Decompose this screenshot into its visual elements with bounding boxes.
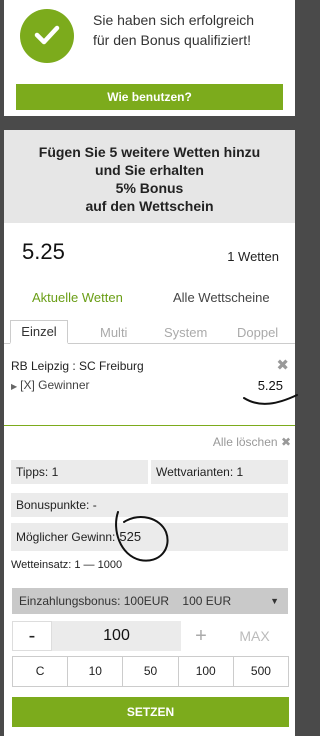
- tab-multi[interactable]: Multi: [100, 325, 127, 340]
- quick-stake-buttons: C 10 50 100 500: [12, 656, 290, 687]
- clear-all-label: Alle löschen: [212, 435, 278, 449]
- remove-bet-icon[interactable]: ✖: [276, 356, 289, 374]
- possible-win-label: Möglicher Gewinn:: [16, 530, 116, 544]
- tab-doppel[interactable]: Doppel: [237, 325, 278, 340]
- promo-line: auf den Wettschein: [85, 198, 214, 214]
- bonus-promo-banner: Fügen Sie 5 weitere Wetten hinzu und Sie…: [4, 130, 295, 223]
- quick-stake-10[interactable]: 10: [68, 656, 124, 687]
- stake-stepper: - 100 + MAX: [12, 621, 288, 651]
- deposit-bonus-select[interactable]: Einzahlungsbonus: 100EUR 100 EUR ▼: [12, 588, 288, 614]
- close-icon: ✖: [280, 435, 291, 449]
- promo-line: 5% Bonus: [115, 180, 184, 196]
- chevron-down-icon: ▼: [270, 596, 279, 606]
- place-bet-button[interactable]: SETZEN: [12, 697, 289, 727]
- quick-stake-500[interactable]: 500: [233, 656, 290, 687]
- betslip-panel: Fügen Sie 5 weitere Wetten hinzu und Sie…: [4, 130, 295, 736]
- bet-selection: ▶ [X] Gewinner: [11, 378, 90, 392]
- success-message-line: Sie haben sich erfolgreich: [93, 12, 255, 28]
- caret-right-icon: ▶: [11, 382, 18, 391]
- max-stake-button[interactable]: MAX: [221, 621, 288, 651]
- quick-stake-clear[interactable]: C: [12, 656, 69, 687]
- stake-input[interactable]: 100: [52, 621, 181, 651]
- promo-line: und Sie erhalten: [95, 162, 204, 178]
- decrease-stake-button[interactable]: -: [12, 621, 52, 651]
- bet-odds: 5.25: [257, 378, 283, 393]
- bet-selection-label: [X] Gewinner: [20, 378, 90, 392]
- quick-stake-100[interactable]: 100: [178, 656, 234, 687]
- deposit-bonus-value: Einzahlungsbonus: 100EUR 100 EUR: [19, 594, 232, 608]
- checkmark-icon: [20, 9, 74, 63]
- possible-win: Möglicher Gewinn: 525: [11, 523, 288, 551]
- bet-match: RB Leipzig : SC Freiburg: [11, 359, 144, 373]
- success-message: Sie haben sich erfolgreich für den Bonus…: [93, 10, 288, 50]
- tab-all-betslips[interactable]: Alle Wettscheine: [173, 290, 270, 305]
- tips-count: Tipps: 1: [11, 460, 148, 484]
- tab-system[interactable]: System: [164, 325, 207, 340]
- success-message-line: für den Bonus qualifiziert!: [93, 32, 251, 48]
- tab-einzel[interactable]: Einzel: [10, 320, 68, 344]
- bonus-success-panel: Sie haben sich erfolgreich für den Bonus…: [4, 0, 295, 116]
- bonus-points: Bonuspunkte: -: [11, 493, 288, 517]
- bet-variants-count: Wettvarianten: 1: [151, 460, 288, 484]
- increase-stake-button[interactable]: +: [181, 621, 221, 651]
- promo-line: Fügen Sie 5 weitere Wetten hinzu: [38, 144, 261, 160]
- bet-count: 1 Wetten: [227, 249, 279, 264]
- divider: [4, 425, 295, 426]
- possible-win-value: 525: [119, 529, 142, 544]
- tab-current-bets[interactable]: Aktuelle Wetten: [32, 290, 123, 305]
- total-odds: 5.25: [22, 239, 65, 264]
- how-to-use-button[interactable]: Wie benutzen?: [16, 84, 283, 110]
- clear-all-button[interactable]: Alle löschen ✖: [213, 435, 291, 449]
- quick-stake-50[interactable]: 50: [123, 656, 179, 687]
- bet-type-tabs: Einzel Multi System Doppel: [4, 320, 295, 344]
- stake-range: Wetteinsatz: 1 — 1000: [11, 559, 123, 571]
